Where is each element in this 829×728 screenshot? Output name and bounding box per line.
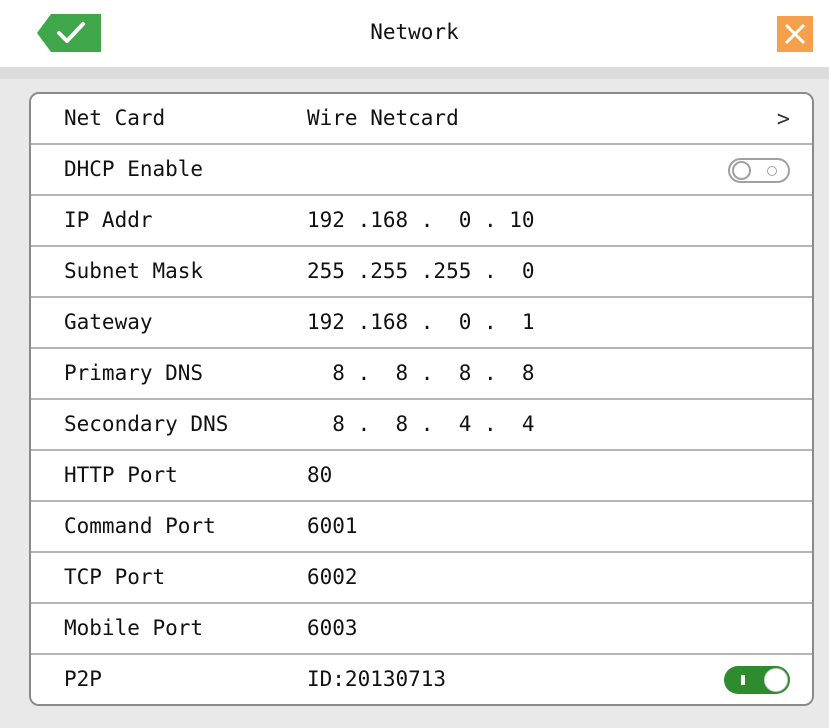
row-label: TCP Port: [64, 565, 166, 589]
primary-dns-field[interactable]: 8 . 8 . 8 . 8: [307, 361, 534, 385]
row-label: Secondary DNS: [64, 412, 229, 436]
toggle-off-indicator: [767, 166, 777, 176]
primary-dns-row: Primary DNS 8 . 8 . 8 . 8: [31, 349, 812, 400]
dhcp-enable-row: DHCP Enable: [31, 145, 812, 196]
dhcp-toggle[interactable]: [728, 158, 790, 183]
dialog-title: Network: [370, 20, 459, 44]
subnet-mask-field[interactable]: 255 .255 .255 . 0: [307, 259, 535, 283]
http-port-field[interactable]: 80: [307, 463, 332, 487]
row-label: Gateway: [64, 310, 153, 334]
tcp-port-field[interactable]: 6002: [307, 565, 358, 589]
p2p-row: P2P ID:20130713: [31, 655, 812, 704]
command-port-field[interactable]: 6001: [307, 514, 358, 538]
p2p-device-id: ID:20130713: [307, 667, 447, 691]
gateway-row: Gateway 192 .168 . 0 . 1: [31, 298, 812, 349]
toggle-knob: [764, 668, 788, 692]
ip-addr-row: IP Addr 192 .168 . 0 . 10: [31, 196, 812, 247]
row-label: Subnet Mask: [64, 259, 204, 283]
mobile-port-field[interactable]: 6003: [307, 616, 358, 640]
header-divider: [0, 67, 829, 79]
chevron-right-icon[interactable]: >: [777, 107, 790, 132]
close-button[interactable]: [777, 16, 813, 52]
close-icon: [784, 23, 806, 45]
ip-addr-field[interactable]: 192 .168 . 0 . 10: [307, 208, 535, 232]
row-label: P2P: [64, 667, 102, 691]
http-port-row: HTTP Port 80: [31, 451, 812, 502]
row-label: HTTP Port: [64, 463, 178, 487]
subnet-mask-row: Subnet Mask 255 .255 .255 . 0: [31, 247, 812, 298]
gateway-field[interactable]: 192 .168 . 0 . 1: [307, 310, 535, 334]
toggle-on-indicator: [741, 675, 745, 685]
row-label: Primary DNS: [64, 361, 204, 385]
p2p-toggle[interactable]: [724, 666, 790, 694]
net-card-value: Wire Netcard: [307, 106, 459, 130]
row-label: Mobile Port: [64, 616, 204, 640]
mobile-port-row: Mobile Port 6003: [31, 604, 812, 655]
tcp-port-row: TCP Port 6002: [31, 553, 812, 604]
network-settings-list: Net Card Wire Netcard > DHCP Enable IP A…: [29, 92, 814, 706]
row-label: Command Port: [64, 514, 216, 538]
row-label: DHCP Enable: [64, 157, 204, 181]
row-label: Net Card: [64, 106, 166, 130]
command-port-row: Command Port 6001: [31, 502, 812, 553]
toggle-knob: [732, 161, 751, 180]
net-card-row[interactable]: Net Card Wire Netcard >: [31, 94, 812, 145]
row-label: IP Addr: [64, 208, 153, 232]
secondary-dns-row: Secondary DNS 8 . 8 . 4 . 4: [31, 400, 812, 451]
settings-panel: Net Card Wire Netcard > DHCP Enable IP A…: [0, 79, 829, 728]
secondary-dns-field[interactable]: 8 . 8 . 4 . 4: [307, 412, 534, 436]
dialog-header: Network: [0, 0, 829, 68]
